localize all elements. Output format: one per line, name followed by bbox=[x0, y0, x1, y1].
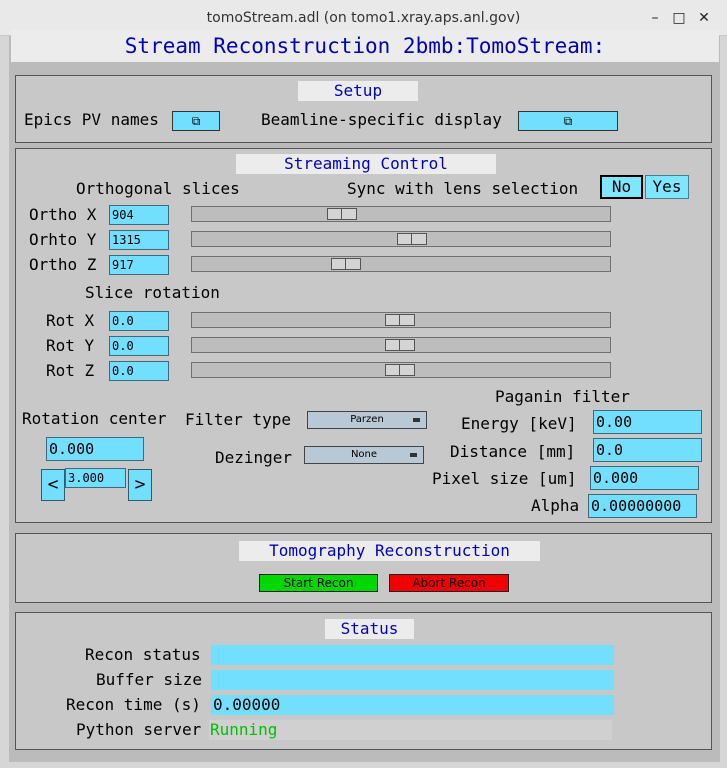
ortho-y-input[interactable]: 1315 bbox=[109, 230, 169, 250]
ortho-z-label: Ortho Z bbox=[29, 255, 97, 274]
rot-x-input[interactable]: 0.0 bbox=[109, 311, 169, 331]
related-display-icon: ⧉ bbox=[191, 114, 201, 128]
rot-z-slider[interactable] bbox=[191, 362, 611, 378]
filter-type-value: Parzen bbox=[350, 414, 384, 425]
ortho-z-input[interactable]: 917 bbox=[109, 255, 169, 275]
pixel-size-input[interactable]: 0.000 bbox=[590, 466, 699, 490]
orthogonal-label: Orthogonal slices bbox=[76, 179, 240, 198]
rot-x-slider[interactable] bbox=[191, 312, 611, 328]
abort-recon-button[interactable]: Abort Recon bbox=[389, 574, 509, 592]
sync-yes-button[interactable]: Yes bbox=[645, 175, 689, 199]
recon-time-value: 0.00000 bbox=[211, 695, 614, 715]
ortho-x-slider[interactable] bbox=[191, 206, 611, 222]
filter-type-menu[interactable]: Parzen bbox=[307, 411, 427, 429]
rot-z-input[interactable]: 0.0 bbox=[109, 361, 169, 381]
ortho-z-slider[interactable] bbox=[191, 256, 611, 272]
rotation-center-input[interactable]: 0.000 bbox=[46, 437, 144, 461]
alpha-input[interactable]: 0.00000000 bbox=[588, 494, 697, 518]
energy-input[interactable]: 0.00 bbox=[593, 410, 702, 434]
page-title: Stream Reconstruction 2bmb:TomoStream: bbox=[11, 30, 719, 62]
tweak-step-input[interactable]: 3.000 bbox=[65, 468, 126, 488]
ortho-y-slider[interactable] bbox=[191, 231, 611, 247]
status-title: Status bbox=[325, 619, 414, 639]
beamline-display-label: Beamline-specific display bbox=[261, 110, 502, 129]
sync-label: Sync with lens selection bbox=[347, 179, 579, 198]
pixel-size-label: Pixel size [um] bbox=[432, 469, 577, 488]
rotation-center-label: Rotation center bbox=[22, 409, 167, 428]
buffer-size-value bbox=[211, 670, 614, 690]
maximize-icon[interactable]: □ bbox=[669, 9, 689, 27]
epics-pv-label: Epics PV names bbox=[24, 110, 159, 129]
alpha-label: Alpha bbox=[531, 496, 580, 515]
recon-time-label: Recon time (s) bbox=[66, 695, 201, 714]
energy-label: Energy [keV] bbox=[461, 414, 577, 433]
tweak-right-button[interactable]: > bbox=[128, 469, 152, 501]
beamline-display-button[interactable]: ⧉ bbox=[518, 111, 618, 131]
ortho-z-slider-thumb[interactable] bbox=[330, 258, 361, 270]
rot-x-label: Rot X bbox=[46, 311, 95, 330]
distance-label: Distance [mm] bbox=[450, 442, 576, 461]
related-display-icon: ⧉ bbox=[563, 114, 573, 128]
ortho-x-slider-thumb[interactable] bbox=[327, 208, 358, 220]
ortho-y-slider-thumb[interactable] bbox=[396, 233, 427, 245]
rot-x-slider-thumb[interactable] bbox=[385, 314, 415, 326]
close-icon[interactable]: ✕ bbox=[694, 9, 714, 27]
dezinger-value: None bbox=[350, 449, 378, 460]
minimize-icon[interactable]: – bbox=[645, 9, 665, 27]
recon-status-value bbox=[211, 645, 614, 665]
dezinger-label: Dezinger bbox=[215, 448, 293, 467]
rot-z-label: Rot Z bbox=[46, 361, 95, 380]
rot-y-label: Rot Y bbox=[46, 336, 95, 355]
tweak-left-button[interactable]: < bbox=[41, 469, 65, 501]
sync-no-button[interactable]: No bbox=[600, 175, 643, 199]
rot-y-slider[interactable] bbox=[191, 337, 611, 353]
rot-z-slider-thumb[interactable] bbox=[385, 364, 415, 376]
ortho-x-label: Ortho X bbox=[29, 205, 97, 224]
start-recon-button[interactable]: Start Recon bbox=[259, 574, 378, 592]
recon-status-label: Recon status bbox=[85, 645, 201, 664]
paganin-label: Paganin filter bbox=[495, 387, 630, 406]
dezinger-menu[interactable]: None bbox=[304, 446, 424, 464]
python-server-value: Running bbox=[209, 720, 612, 740]
ortho-y-label: Orhto Y bbox=[29, 230, 97, 249]
buffer-size-label: Buffer size bbox=[96, 670, 202, 689]
streaming-title: Streaming Control bbox=[236, 154, 496, 174]
rot-y-slider-thumb[interactable] bbox=[385, 339, 415, 351]
rot-y-input[interactable]: 0.0 bbox=[109, 336, 169, 356]
distance-input[interactable]: 0.0 bbox=[593, 438, 702, 462]
slice-rotation-label: Slice rotation bbox=[85, 283, 220, 302]
filter-type-label: Filter type bbox=[185, 410, 291, 429]
setup-title: Setup bbox=[298, 81, 418, 101]
python-server-label: Python server bbox=[76, 720, 202, 739]
epics-pv-button[interactable]: ⧉ bbox=[172, 111, 220, 131]
ortho-x-input[interactable]: 904 bbox=[109, 205, 169, 225]
tomography-title: Tomography Reconstruction bbox=[239, 541, 540, 561]
